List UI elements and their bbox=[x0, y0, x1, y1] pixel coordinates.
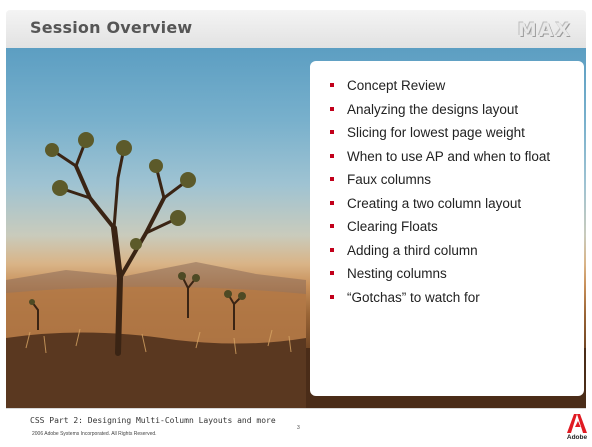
bullet-item: Faux columns bbox=[330, 172, 584, 196]
adobe-logo: Adobe bbox=[566, 413, 588, 443]
bullet-square-icon bbox=[330, 177, 334, 181]
bullet-square-icon bbox=[330, 106, 334, 111]
bullet-item: “Gotchas” to watch for bbox=[330, 290, 584, 314]
bullet-item: When to use AP and when to float bbox=[330, 149, 584, 173]
bullet-square-icon bbox=[330, 130, 334, 134]
bullet-panel: Concept Review Analyzing the designs lay… bbox=[310, 61, 584, 396]
slide-title: Session Overview bbox=[30, 18, 193, 37]
bullet-item: Concept Review bbox=[330, 78, 584, 102]
bullet-item: Nesting columns bbox=[330, 266, 584, 290]
bullet-square-icon bbox=[330, 294, 334, 299]
bullet-text: Faux columns bbox=[347, 172, 432, 187]
bullet-text: Nesting columns bbox=[347, 266, 447, 281]
adobe-wordmark: Adobe bbox=[566, 434, 588, 441]
bullet-text: Creating a two column layout bbox=[347, 195, 522, 211]
bullet-item: Adding a third column bbox=[330, 243, 584, 267]
page-number: 3 bbox=[297, 425, 300, 431]
footer-divider bbox=[6, 408, 586, 409]
max-logo: MAX bbox=[517, 19, 572, 41]
adobe-a-icon bbox=[567, 414, 587, 433]
bullet-square-icon bbox=[330, 224, 334, 228]
slide: Session Overview MAX Concept Review Anal… bbox=[0, 0, 592, 447]
copyright-notice: 2006 Adobe Systems Incorporated. All Rig… bbox=[32, 431, 157, 437]
bullet-text: Concept Review bbox=[347, 78, 446, 93]
bullet-square-icon bbox=[330, 271, 334, 275]
bullet-square-icon bbox=[330, 83, 334, 87]
bullet-text: Slicing for lowest page weight bbox=[347, 125, 525, 140]
bullet-square-icon bbox=[330, 247, 334, 252]
bullet-text: When to use AP and when to float bbox=[347, 148, 551, 164]
bullet-text: “Gotchas” to watch for bbox=[347, 289, 480, 305]
bullet-text: Adding a third column bbox=[347, 242, 478, 258]
bullet-list: Concept Review Analyzing the designs lay… bbox=[310, 61, 584, 313]
footer-session-title: CSS Part 2: Designing Multi-Column Layou… bbox=[30, 416, 276, 425]
bullet-square-icon bbox=[330, 153, 334, 158]
bullet-item: Analyzing the designs layout bbox=[330, 102, 584, 126]
bullet-text: Clearing Floats bbox=[347, 219, 438, 234]
bullet-text: Analyzing the designs layout bbox=[347, 101, 519, 117]
slide-header: Session Overview MAX bbox=[6, 10, 586, 48]
bullet-square-icon bbox=[330, 200, 334, 205]
bullet-item: Slicing for lowest page weight bbox=[330, 125, 584, 149]
bullet-item: Clearing Floats bbox=[330, 219, 584, 243]
bullet-item: Creating a two column layout bbox=[330, 196, 584, 220]
